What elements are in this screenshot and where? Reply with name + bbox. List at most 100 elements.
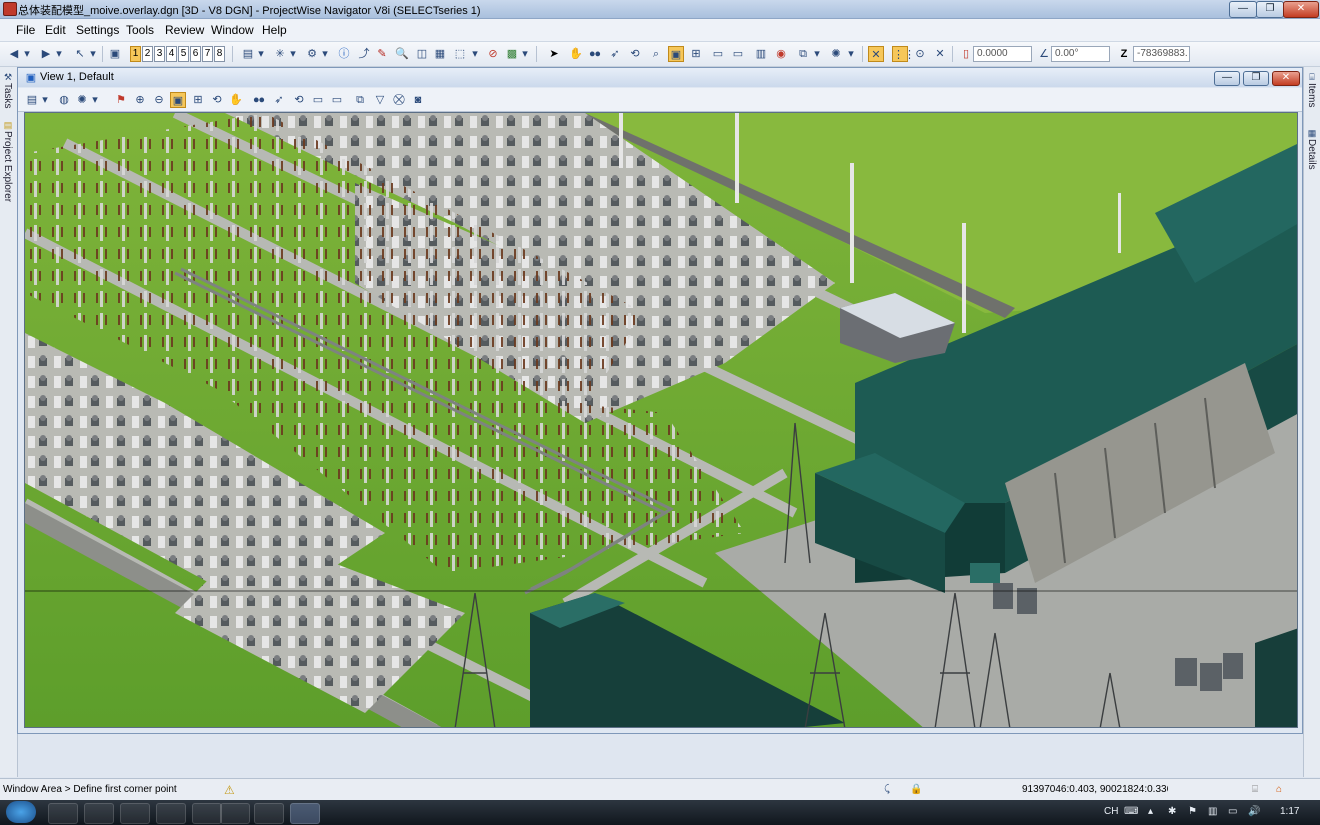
- rotate-view-view-icon[interactable]: ⟲: [209, 92, 225, 108]
- view-lighting-dropdown-icon[interactable]: ▾: [90, 92, 100, 108]
- select-arrow-icon[interactable]: ↖: [72, 46, 88, 62]
- angle-field[interactable]: 0.00°: [1051, 46, 1110, 62]
- view-previous-view-icon[interactable]: ⟲: [291, 92, 307, 108]
- back-dropdown-icon[interactable]: ▾: [22, 46, 32, 62]
- view-6-button[interactable]: 6: [190, 46, 201, 62]
- clear-clip-icon[interactable]: ⛒: [391, 92, 407, 108]
- markup-icon[interactable]: ✎: [374, 46, 390, 62]
- back-icon[interactable]: ◀: [6, 46, 22, 62]
- tab-details[interactable]: Details: [1306, 139, 1317, 170]
- keyboard-icon[interactable]: ⌨: [1124, 806, 1138, 817]
- volume-icon[interactable]: 🔊: [1248, 806, 1260, 817]
- fly-view-icon[interactable]: ➶: [271, 92, 287, 108]
- view-4-button[interactable]: 4: [166, 46, 177, 62]
- taskbar-explorer[interactable]: [48, 803, 78, 824]
- view-maximize-button[interactable]: ❐: [1243, 71, 1269, 86]
- zoom-out-icon[interactable]: ⊖: [151, 92, 167, 108]
- clock[interactable]: 1:17: [1280, 806, 1299, 817]
- snap-icon[interactable]: ✳: [272, 46, 288, 62]
- copy-view-dropdown-icon[interactable]: ▾: [812, 46, 822, 62]
- zoom-icon[interactable]: ⌕: [648, 46, 664, 62]
- view-next-view-icon[interactable]: ▭: [310, 92, 326, 108]
- saved-views-icon[interactable]: ▥: [753, 46, 769, 62]
- menu-review[interactable]: Review: [165, 23, 204, 37]
- view-attributes-icon[interactable]: ▤: [24, 92, 40, 108]
- element-info-icon[interactable]: ⤴: [356, 46, 372, 62]
- snap-toggle-icon[interactable]: ✕: [868, 46, 884, 62]
- maximize-button[interactable]: ❐: [1256, 1, 1284, 18]
- walk-view-icon[interactable]: ⦁⦁: [251, 92, 267, 108]
- snap-dropdown-icon[interactable]: ▾: [288, 46, 298, 62]
- pan-view-icon[interactable]: ✋: [228, 92, 244, 108]
- taskbar-app-4[interactable]: [156, 803, 186, 824]
- display-sets-icon[interactable]: ◫: [414, 46, 430, 62]
- clip-volume-icon[interactable]: ⧉: [352, 92, 368, 108]
- menu-file[interactable]: File: [16, 23, 35, 37]
- view-3-button[interactable]: 3: [154, 46, 165, 62]
- close-button[interactable]: ✕: [1283, 1, 1319, 18]
- walk-icon[interactable]: ⦁⦁: [587, 46, 603, 62]
- clip-mask-icon[interactable]: ▽: [372, 92, 388, 108]
- taskbar-media[interactable]: [84, 803, 114, 824]
- status-page-icon[interactable]: ⌸: [1252, 782, 1258, 798]
- view-display-icon[interactable]: ▤: [240, 46, 256, 62]
- taskbar-navigator-active[interactable]: [290, 803, 320, 824]
- find-icon[interactable]: 🔍: [394, 46, 410, 62]
- view-groups-icon[interactable]: ▣: [107, 46, 123, 62]
- pan-icon[interactable]: ✋: [568, 46, 584, 62]
- cancel-tool-icon[interactable]: ✕: [932, 46, 948, 62]
- measure-icon[interactable]: ⚙: [304, 46, 320, 62]
- lighting-icon[interactable]: ✺: [828, 46, 844, 62]
- clash-dropdown-icon[interactable]: ▾: [470, 46, 480, 62]
- bluetooth-icon[interactable]: ✱: [1168, 806, 1176, 817]
- home-icon[interactable]: ⌂: [1276, 782, 1282, 798]
- fit-view-icon[interactable]: ⊞: [688, 46, 704, 62]
- menu-help[interactable]: Help: [262, 23, 287, 37]
- windows-orb-icon[interactable]: [6, 801, 36, 823]
- forward-icon[interactable]: ▶: [38, 46, 54, 62]
- tab-tasks[interactable]: Tasks: [2, 83, 13, 109]
- view-1-button[interactable]: 1: [130, 46, 141, 62]
- view-7-button[interactable]: 7: [202, 46, 213, 62]
- camera-icon[interactable]: ◙: [410, 92, 426, 108]
- tab-items[interactable]: Items: [1306, 83, 1317, 107]
- info-icon[interactable]: ⓘ: [336, 46, 352, 62]
- accudraw-status-icon[interactable]: ⤹: [884, 782, 890, 798]
- fly-icon[interactable]: ➶: [607, 46, 623, 62]
- menu-settings[interactable]: Settings: [76, 23, 119, 37]
- taskbar-app-6[interactable]: [220, 803, 250, 824]
- clash-icon[interactable]: ⬚: [452, 46, 468, 62]
- display-style-icon[interactable]: ◍: [56, 92, 72, 108]
- select-dropdown-icon[interactable]: ▾: [88, 46, 98, 62]
- tray-expand-icon[interactable]: ▴: [1148, 806, 1153, 817]
- view-attributes-dropdown-icon[interactable]: ▾: [40, 92, 50, 108]
- forward-dropdown-icon[interactable]: ▾: [54, 46, 64, 62]
- tab-project-explorer[interactable]: Project Explorer: [2, 131, 13, 202]
- grid-toggle-icon[interactable]: ⋮⋮: [892, 46, 915, 62]
- view-minimize-button[interactable]: —: [1214, 71, 1240, 86]
- view-next-icon[interactable]: ▭: [730, 46, 746, 62]
- animation-icon[interactable]: ▦: [432, 46, 448, 62]
- color-icon[interactable]: ▩: [504, 46, 520, 62]
- update-view-icon[interactable]: ⚑: [113, 92, 129, 108]
- measure-dropdown-icon[interactable]: ▾: [320, 46, 330, 62]
- 3d-viewport[interactable]: [24, 112, 1298, 728]
- view-5-button[interactable]: 5: [178, 46, 189, 62]
- zoom-in-icon[interactable]: ⊕: [132, 92, 148, 108]
- rotate-view-icon[interactable]: ⟲: [627, 46, 643, 62]
- accudraw-icon[interactable]: ⊙: [912, 46, 928, 62]
- taskbar-app-5[interactable]: [192, 803, 222, 824]
- menu-window[interactable]: Window: [211, 23, 254, 37]
- tray-display-icon[interactable]: ▭: [1228, 806, 1237, 817]
- view-previous-icon[interactable]: ▭: [710, 46, 726, 62]
- tray-flag-icon[interactable]: ⚑: [1188, 806, 1197, 817]
- view-display-dropdown-icon[interactable]: ▾: [256, 46, 266, 62]
- view-8-button[interactable]: 8: [214, 46, 225, 62]
- language-indicator[interactable]: CH: [1104, 806, 1118, 817]
- distance-field[interactable]: 0.0000: [973, 46, 1032, 62]
- minimize-button[interactable]: —: [1229, 1, 1257, 18]
- taskbar-app-7[interactable]: [254, 803, 284, 824]
- lock-icon[interactable]: 🔒: [910, 782, 922, 798]
- render-icon[interactable]: ◉: [773, 46, 789, 62]
- copy-view-icon[interactable]: ⧉: [795, 46, 811, 62]
